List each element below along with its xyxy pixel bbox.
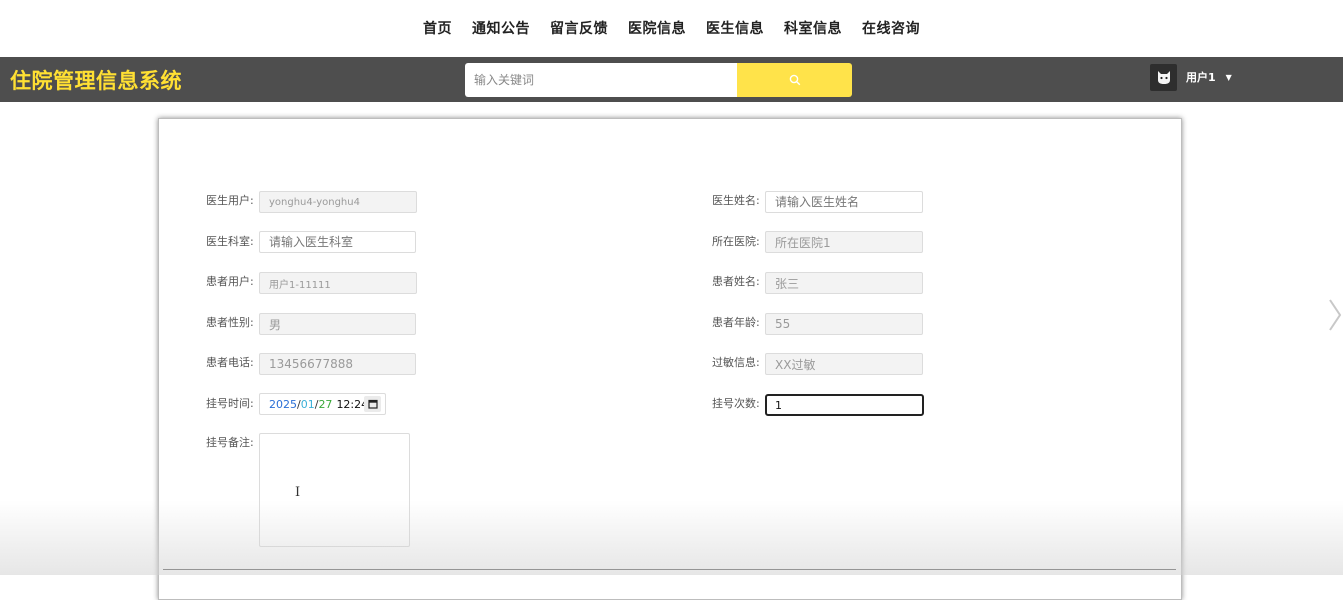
- doctor-user-label: 医生用户:: [206, 194, 254, 207]
- patient-phone-label: 患者电话:: [206, 356, 254, 369]
- reg-note-label: 挂号备注:: [206, 436, 254, 449]
- chevron-down-icon: ▼: [1225, 72, 1232, 82]
- patient-age-label: 患者年龄:: [712, 316, 760, 329]
- search-input[interactable]: [465, 63, 737, 97]
- allergy-label: 过敏信息:: [712, 356, 760, 369]
- doctor-name-label: 医生姓名:: [712, 194, 760, 207]
- reg-note-textarea[interactable]: [259, 433, 410, 547]
- allergy-field[interactable]: [765, 353, 923, 375]
- user-menu[interactable]: 用户1 ▼: [1150, 63, 1232, 91]
- site-title: 住院管理信息系统: [10, 69, 182, 93]
- nav-item-feedback[interactable]: 留言反馈: [550, 18, 608, 38]
- patient-gender-label: 患者性别:: [206, 316, 254, 329]
- patient-user-label: 患者用户:: [206, 275, 254, 288]
- cat-avatar-icon: [1150, 63, 1177, 91]
- reg-time-field[interactable]: 2025/01/27 12:24: [259, 393, 386, 415]
- user-name: 用户1: [1186, 71, 1216, 84]
- text-cursor-icon: I: [295, 485, 301, 500]
- doctor-name-field[interactable]: [765, 191, 923, 213]
- nav-item-notices[interactable]: 通知公告: [472, 18, 530, 38]
- nav-item-online-consult[interactable]: 在线咨询: [862, 18, 920, 38]
- patient-age-field[interactable]: [765, 313, 923, 335]
- doctor-dept-field[interactable]: [259, 231, 416, 253]
- patient-name-field[interactable]: [765, 272, 923, 294]
- reg-time-label: 挂号时间:: [206, 397, 254, 410]
- reg-time-year: 2025: [269, 397, 297, 411]
- reg-time-day: 27: [318, 397, 333, 411]
- nav-item-hospital-info[interactable]: 医院信息: [628, 18, 686, 38]
- hospital-label: 所在医院:: [712, 235, 760, 248]
- header-bar: 住院管理信息系统 用户1 ▼: [0, 57, 1343, 102]
- doctor-dept-label: 医生科室:: [206, 235, 254, 248]
- chevron-right-icon[interactable]: [1328, 298, 1342, 336]
- reg-count-label: 挂号次数:: [712, 397, 760, 410]
- nav-item-department-info[interactable]: 科室信息: [784, 18, 842, 38]
- hospital-field[interactable]: [765, 231, 923, 253]
- calendar-icon[interactable]: [364, 396, 381, 412]
- patient-gender-field[interactable]: [259, 313, 416, 335]
- nav-item-home[interactable]: 首页: [423, 18, 452, 38]
- top-nav: 首页 通知公告 留言反馈 医院信息 医生信息 科室信息 在线咨询: [0, 0, 1343, 55]
- patient-phone-field[interactable]: [259, 353, 416, 375]
- nav-item-doctor-info[interactable]: 医生信息: [706, 18, 764, 38]
- divider: [163, 569, 1176, 570]
- reg-time-month: 01: [300, 397, 315, 411]
- search-button[interactable]: [737, 63, 852, 97]
- patient-user-field[interactable]: [259, 272, 417, 294]
- doctor-user-field[interactable]: [259, 191, 417, 213]
- reg-count-field[interactable]: [765, 394, 924, 416]
- search-icon: [789, 71, 801, 90]
- patient-name-label: 患者姓名:: [712, 275, 760, 288]
